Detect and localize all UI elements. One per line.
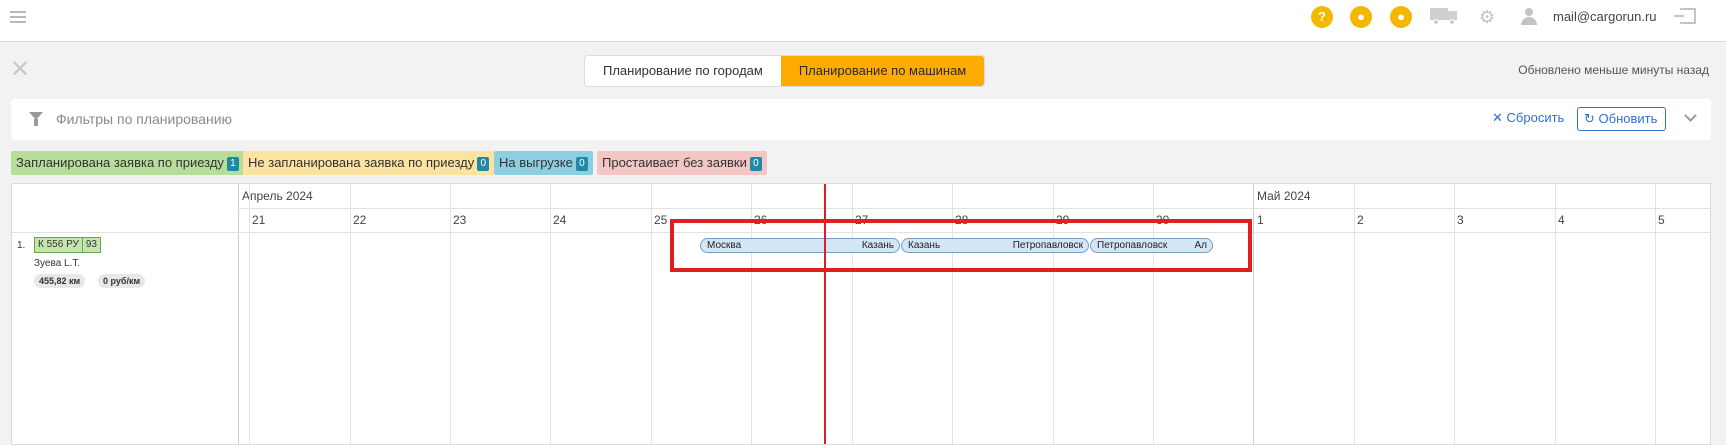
day-label: 25 [654,213,668,227]
month-divider [238,184,239,444]
month-divider [1253,184,1254,444]
plate-region: 93 [81,238,100,252]
day-gridline [249,184,250,444]
refresh-button[interactable]: ↻ Обновить [1577,107,1667,131]
day-gridline [1655,184,1656,444]
planning-tabs: Планирование по городам Планирование по … [584,55,986,87]
day-gridline [550,184,551,444]
update-status: Обновлено меньше минуты назад [1518,63,1709,77]
filter-input[interactable]: Фильтры по планированию [56,111,232,127]
day-label: 3 [1457,213,1464,227]
chat-icon[interactable]: ● [1350,6,1372,28]
day-label: 1 [1257,213,1264,227]
vehicle-plate[interactable]: К 556 РУ 93 [34,237,101,253]
gear-icon[interactable]: ⚙ [1479,7,1495,27]
header-divider [238,208,1710,209]
rate-badge: 0 руб/км [98,274,146,288]
legend-label: Простаивает без заявки [602,155,747,170]
close-icon[interactable]: ✕ [10,58,30,82]
legend-label: Запланирована заявка по приезду [16,155,224,170]
chevron-down-icon[interactable] [1684,109,1697,122]
day-gridline [350,184,351,444]
row-index: 1. [17,240,26,251]
day-gridline [1354,184,1355,444]
logout-icon[interactable] [1674,8,1696,24]
truck-icon[interactable] [1430,8,1458,25]
legend-label: На выгрузке [499,155,573,170]
day-gridline [651,184,652,444]
day-label: 4 [1558,213,1565,227]
day-gridline [1454,184,1455,444]
distance-badge: 455,82 км [34,274,86,288]
user-email[interactable]: mail@cargorun.ru [1553,9,1657,24]
legend-count: 0 [575,157,588,171]
legend-count: 1 [226,157,239,171]
highlight-box [670,219,1252,272]
help-icon[interactable]: ? [1311,6,1333,28]
legend-count: 0 [749,157,762,171]
month-label: Апрель 2024 [242,189,313,203]
refresh-icon: ↻ [1584,111,1595,126]
filter-bar: Фильтры по планированию ✕ Сбросить ↻ Обн… [11,99,1711,140]
day-label: 22 [353,213,367,227]
user-icon[interactable] [1521,8,1537,26]
reset-button[interactable]: ✕ Сбросить [1492,110,1564,126]
plate-number: К 556 РУ [38,239,79,250]
legend-label: Не запланирована заявка по приезду [248,155,475,170]
fire-icon[interactable]: ● [1390,6,1412,28]
day-label: 24 [553,213,567,227]
legend-unloading[interactable]: На выгрузке 0 [494,151,593,175]
refresh-label: Обновить [1598,111,1658,126]
filter-icon [29,112,43,126]
tab-by-cities[interactable]: Планирование по городам [585,56,781,86]
day-label: 23 [453,213,467,227]
legend-idle[interactable]: Простаивает без заявки 0 [597,151,767,175]
day-gridline [450,184,451,444]
driver-name: Зуева L.T. [34,258,81,269]
day-label: 5 [1658,213,1665,227]
legend-planned[interactable]: Запланирована заявка по приезду 1 [11,151,244,175]
day-gridline [1555,184,1556,444]
reset-label: Сбросить [1506,110,1565,125]
month-label: Май 2024 [1257,189,1311,203]
day-label: 21 [252,213,266,227]
menu-icon[interactable] [10,8,26,24]
legend-count: 0 [477,157,490,171]
legend-not-planned[interactable]: Не запланирована заявка по приезду 0 [243,151,495,175]
tab-by-vehicles[interactable]: Планирование по машинам [780,56,985,86]
top-bar: ? ● ● ⚙ mail@cargorun.ru [0,0,1726,42]
close-icon: ✕ [1492,110,1503,125]
day-label: 2 [1357,213,1364,227]
